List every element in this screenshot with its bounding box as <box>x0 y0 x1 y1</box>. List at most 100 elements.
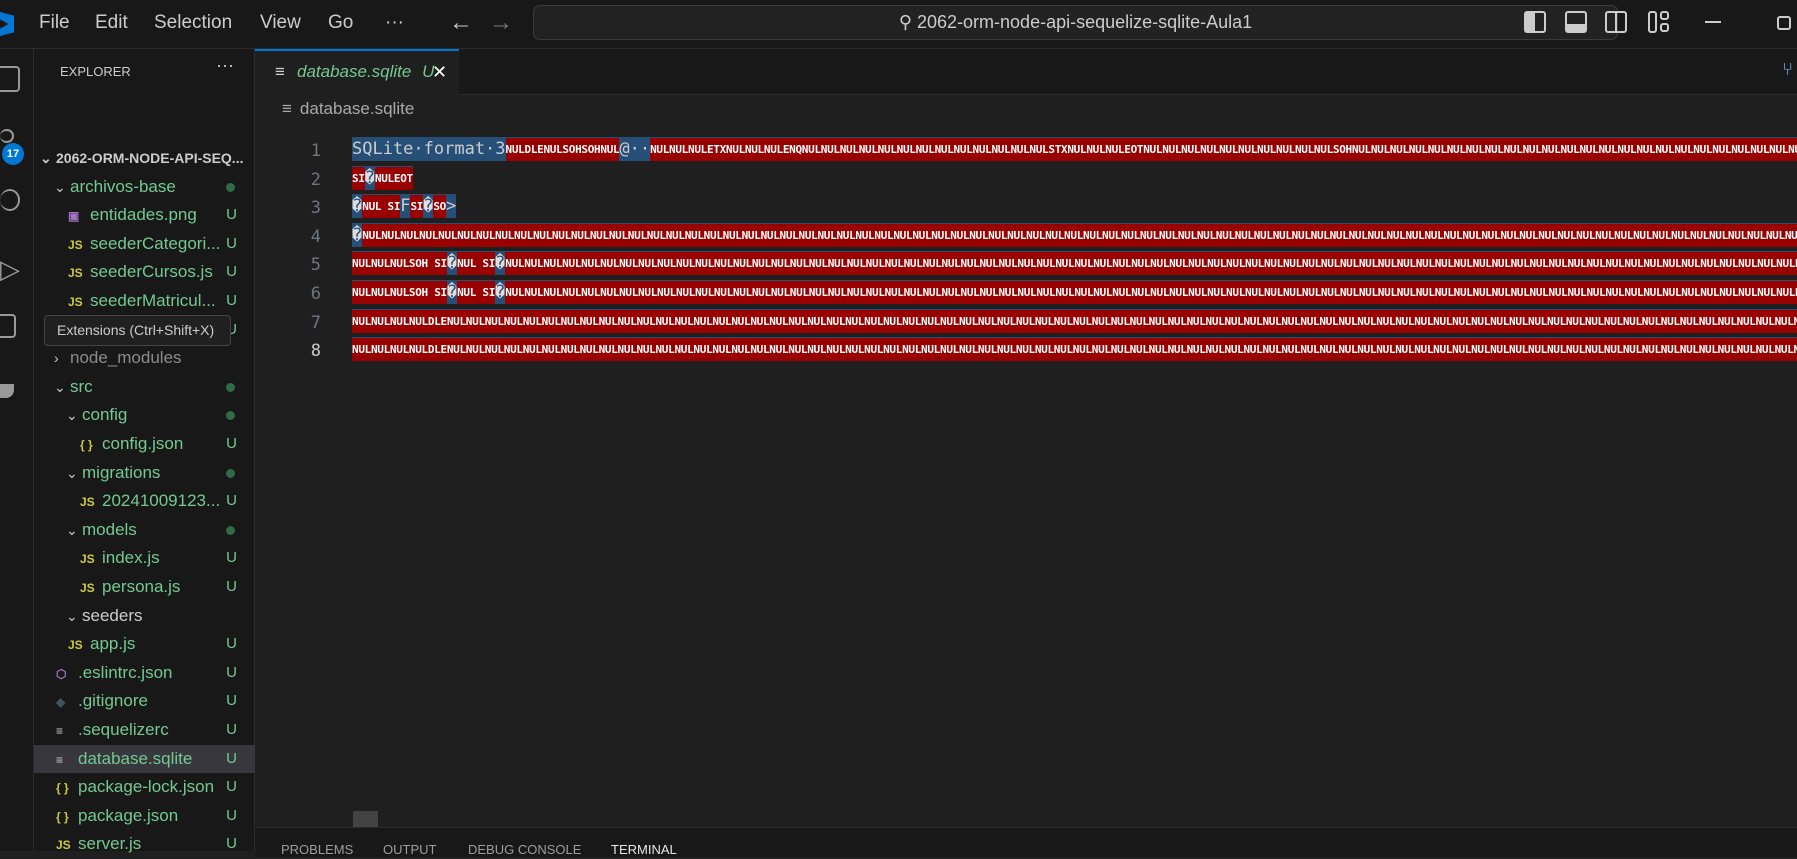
breadcrumb-item[interactable]: database.sqlite <box>300 99 414 118</box>
tree-item-label: .sequelizerc <box>78 720 169 739</box>
code-text: SQLite·format·3 <box>352 139 506 159</box>
replacement-char: � <box>364 167 375 188</box>
folder-models[interactable]: ⌄ models <box>34 516 255 544</box>
control-char: NULNULNULSOH SI <box>352 252 447 276</box>
tree-item-label: config <box>82 405 128 425</box>
file-server-js[interactable]: JS server.js U <box>34 830 255 858</box>
back-arrow-icon[interactable]: ← <box>449 9 473 37</box>
text-file-icon: ≡ <box>56 724 64 738</box>
menu-go[interactable]: Go <box>328 12 353 34</box>
restore-icon[interactable] <box>1777 16 1791 30</box>
tree-item-label: archivos-base <box>70 176 176 196</box>
file--eslintrc-json[interactable]: ⬡ .eslintrc.json U <box>34 659 255 687</box>
code-line[interactable]: NULNULNULNULDLENULNULNULNULNULNULNULNULN… <box>352 337 1797 366</box>
file-seedermatricul-[interactable]: JS seederMatricul... U <box>34 287 255 315</box>
folder-archivos-base[interactable]: ⌄ archivos-base <box>34 173 255 201</box>
code-line[interactable]: SQLite·format·3NULDLENULSOHSOHNUL@··NULN… <box>352 137 1797 166</box>
file-seedercursos-js[interactable]: JS seederCursos.js U <box>34 258 255 286</box>
eslint-file-icon: ⬡ <box>56 666 67 681</box>
line-number: 8 <box>310 341 321 362</box>
git-file-icon: ◆ <box>56 695 66 710</box>
tab-output[interactable]: OUTPUT <box>383 842 436 857</box>
file-entidades-png[interactable]: ▣ entidades.png U <box>34 201 255 229</box>
file-seedercategori-[interactable]: JS seederCategori... U <box>34 230 255 258</box>
breadcrumb[interactable]: ≡ database.sqlite <box>282 99 414 119</box>
code-line[interactable]: �NULNULNULNULNULNULNULNULNULNULNULNULNUL… <box>352 222 1797 252</box>
tree-item-label: index.js <box>102 548 160 568</box>
close-icon[interactable]: ✕ <box>432 51 447 93</box>
code-line[interactable]: �NUL SIFSI�SO> <box>352 194 457 223</box>
js-file-icon: JS <box>68 638 83 653</box>
folder-migrations[interactable]: ⌄ migrations <box>34 459 255 487</box>
folder-config[interactable]: ⌄ config <box>34 401 255 429</box>
code-editor[interactable]: 1 SQLite·format·3NULDLENULSOHSOHNUL@··NUL… <box>255 124 1797 827</box>
toggle-panel-icon[interactable] <box>1565 11 1587 33</box>
minimize-icon[interactable] <box>1705 21 1721 23</box>
file-package-lock-json[interactable]: { } package-lock.json U <box>34 773 255 801</box>
line-number: 1 <box>310 141 321 161</box>
code-line[interactable]: NULNULNULSOH SI�NUL SI�NULNULNULNULNULNU… <box>352 251 1797 280</box>
git-status-badge: U <box>226 435 237 452</box>
line-number: 5 <box>310 255 321 276</box>
menu-view[interactable]: View <box>260 12 301 34</box>
menu-file[interactable]: File <box>39 12 70 34</box>
chevron-right-icon: › <box>54 350 59 367</box>
menu-more[interactable]: ··· <box>385 12 404 34</box>
folder-seeders[interactable]: ⌄ seeders <box>34 602 255 630</box>
js-file-icon: JS <box>68 295 83 309</box>
code-line[interactable]: SI�NULEOT <box>352 165 413 195</box>
file-config-json[interactable]: { } config.json U <box>34 430 255 458</box>
folder-2062-orm-node-api-seq-[interactable]: ⌄ 2062-ORM-NODE-API-SEQ... <box>34 144 255 172</box>
control-char: NULNULNULNULNULNULNULNULNULNULNULNULNULN… <box>362 223 1797 247</box>
file-persona-js[interactable]: JS persona.js U <box>34 573 255 601</box>
menu-selection[interactable]: Selection <box>154 12 232 34</box>
tree-item-label: seederMatricul... <box>90 291 216 310</box>
menu-edit[interactable]: Edit <box>95 12 128 34</box>
file-index-js[interactable]: JS index.js U <box>34 544 255 572</box>
open-changes-icon[interactable]: ⑂ <box>1782 59 1793 80</box>
code-line[interactable]: NULNULNULSOH SI�NUL SI�NULNULNULNULNULNU… <box>352 280 1797 309</box>
file-package-json[interactable]: { } package.json U <box>34 802 255 830</box>
replacement-char: � <box>495 253 506 274</box>
code-line[interactable]: NULNULNULNULDLENULNULNULNULNULNULNULNULN… <box>352 308 1797 338</box>
control-char: NUL SI <box>362 195 400 219</box>
file-database-sqlite[interactable]: ≡ database.sqlite U <box>34 744 255 773</box>
control-char: NULEOT <box>374 166 413 190</box>
control-char: NULNULNULNULDLENULNULNULNULNULNULNULNULN… <box>352 338 1797 362</box>
tree-item-label: config.json <box>102 434 184 453</box>
selection-highlight: NULNULNULSOH SI�NUL SI�NULNULNULNULNULNU… <box>352 251 1797 276</box>
folder-node-modules[interactable]: › node_modules <box>34 344 255 372</box>
chevron-down-icon: ⌄ <box>66 407 78 424</box>
text-file-icon: ≡ <box>282 99 292 118</box>
explorer-icon[interactable] <box>0 66 20 92</box>
control-char: NULDLENULSOHSOHNUL <box>505 138 620 161</box>
tab-problems[interactable]: PROBLEMS <box>281 842 353 857</box>
horizontal-scrollbar-thumb[interactable] <box>353 811 378 827</box>
tree-item-label: persona.js <box>102 577 181 596</box>
run-debug-icon[interactable]: ▷ <box>0 254 20 284</box>
command-center-search[interactable]: ⚲ 2062-orm-node-api-sequelize-sqlite-Aul… <box>533 5 1618 40</box>
tree-item-label: src <box>70 376 93 396</box>
file-20241009123-[interactable]: JS 20241009123... U <box>34 487 255 515</box>
file--sequelizerc[interactable]: ≡ .sequelizerc U <box>34 716 255 744</box>
file--gitignore[interactable]: ◆ .gitignore U <box>34 687 255 715</box>
tab-debug-console[interactable]: DEBUG CONSOLE <box>468 842 581 857</box>
js-file-icon: JS <box>80 581 95 595</box>
selection-highlight: SQLite·format·3NULDLENULSOHSOHNUL@··NULN… <box>352 137 1797 161</box>
folder-src[interactable]: ⌄ src <box>34 373 255 401</box>
file-app-js[interactable]: JS app.js U <box>34 630 255 658</box>
source-control-icon[interactable] <box>0 129 14 143</box>
forward-arrow-icon[interactable]: → <box>489 9 513 37</box>
code-text: @·· <box>619 139 651 159</box>
customize-layout-icon[interactable] <box>1648 11 1670 33</box>
tab-terminal[interactable]: TERMINAL <box>611 842 677 857</box>
extensions-tooltip: Extensions (Ctrl+Shift+X) <box>44 315 231 346</box>
docker-icon[interactable] <box>0 384 14 398</box>
toggle-secondary-sidebar-icon[interactable] <box>1605 11 1627 33</box>
search-icon[interactable] <box>0 189 20 211</box>
extensions-icon[interactable] <box>0 314 16 338</box>
tab-database-sqlite[interactable]: ≡ database.sqlite U ✕ <box>255 49 459 95</box>
json-file-icon: { } <box>56 809 69 824</box>
explorer-more-button[interactable]: ··· <box>216 55 234 76</box>
toggle-primary-sidebar-icon[interactable] <box>1524 11 1546 33</box>
